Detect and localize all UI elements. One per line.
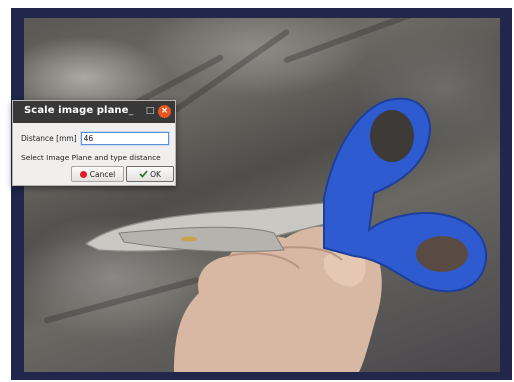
cancel-button-label: Cancel xyxy=(89,169,116,179)
cancel-button[interactable]: Cancel xyxy=(71,166,124,182)
scissors-photo xyxy=(84,97,488,372)
ok-check-icon xyxy=(139,170,148,178)
handle-hole xyxy=(416,236,468,272)
image-viewport[interactable] xyxy=(24,18,500,372)
close-icon[interactable]: × xyxy=(158,105,171,118)
ok-button[interactable]: OK xyxy=(126,166,174,182)
image-frame xyxy=(11,8,512,380)
scale-image-plane-dialog: Scale image plane _ □ × Distance [mm] Se… xyxy=(12,100,176,186)
cancel-icon xyxy=(79,170,87,178)
blade-mark xyxy=(181,236,197,242)
distance-input[interactable] xyxy=(80,132,169,145)
distance-label: Distance [mm] xyxy=(21,134,77,143)
minimize-icon[interactable]: _ xyxy=(124,104,138,118)
instructions-text: Select Image Plane and type distance xyxy=(21,153,161,162)
handle-hole xyxy=(370,110,414,162)
maximize-icon[interactable]: □ xyxy=(143,104,157,118)
dialog-titlebar[interactable]: Scale image plane _ □ × xyxy=(13,101,175,123)
ok-button-label: OK xyxy=(150,169,161,179)
distance-row: Distance [mm] xyxy=(21,132,169,145)
dialog-title: Scale image plane xyxy=(24,105,129,116)
